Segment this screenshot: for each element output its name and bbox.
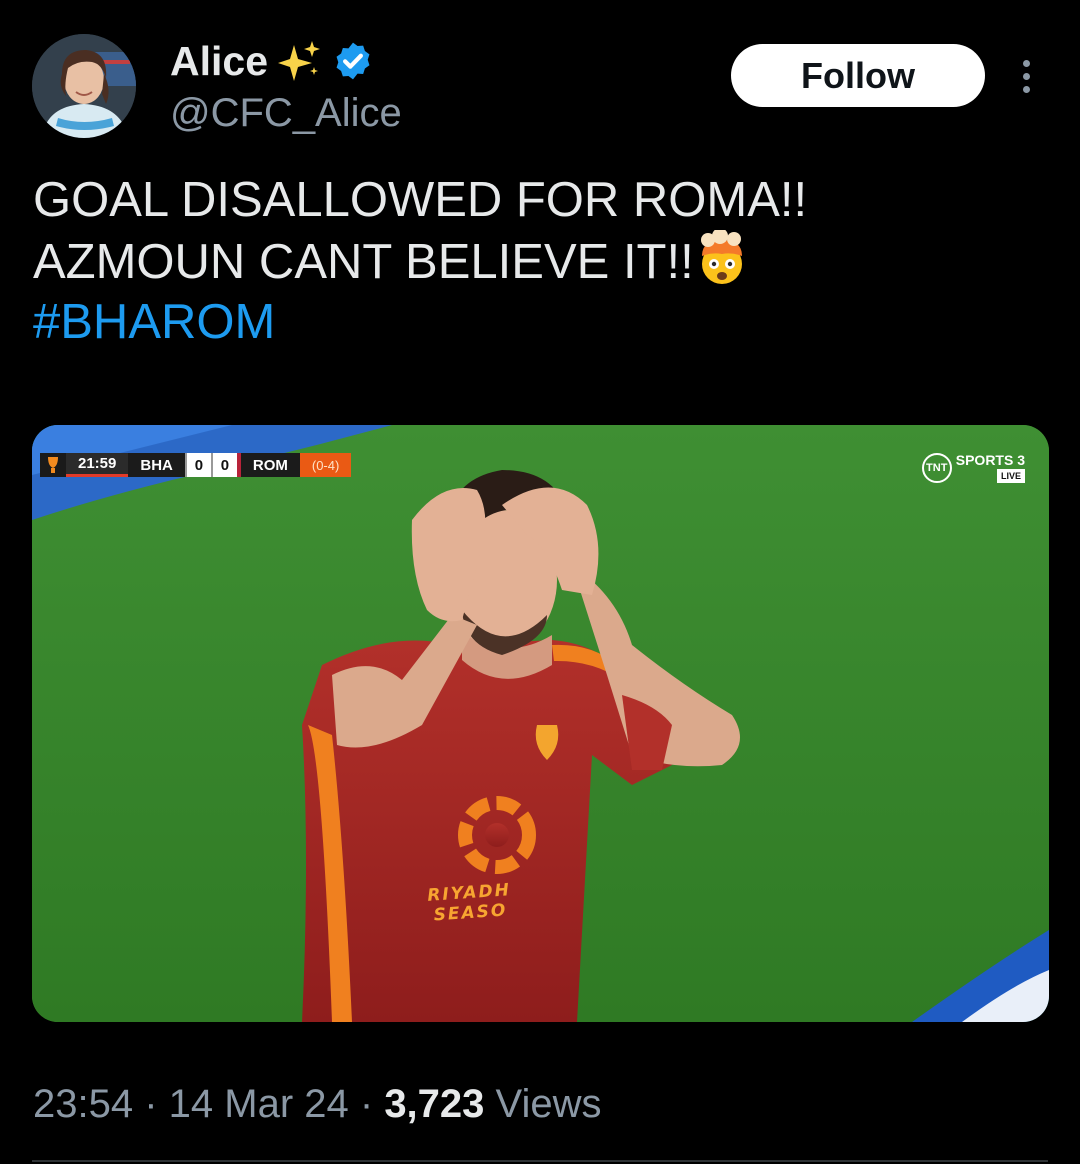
match-clock: 21:59 <box>66 453 129 477</box>
tweet: Alice @CFC_Alice Follow GOAL DISALLOWED … <box>0 0 1080 1164</box>
dot <box>1022 72 1030 80</box>
live-badge: LIVE <box>996 469 1025 483</box>
author-handle[interactable]: @CFC_Alice <box>170 90 402 136</box>
separator: · <box>348 1082 385 1126</box>
broadcaster-name: SPORTS 3 <box>955 452 1025 468</box>
broadcaster-text: SPORTS 3 LIVE <box>956 453 1025 483</box>
dot <box>1022 85 1030 93</box>
competition-logo-icon <box>40 453 66 477</box>
exploding-head-icon <box>700 230 742 284</box>
match-scene-image <box>32 425 1049 1022</box>
hashtag-link[interactable]: #BHAROM <box>33 292 1043 352</box>
broadcaster-logo: TNT SPORTS 3 LIVE <box>921 453 1025 483</box>
sparkles-icon <box>278 41 320 81</box>
tnt-logo-icon: TNT <box>921 453 952 483</box>
home-team: BHA <box>128 453 185 477</box>
tweet-time[interactable]: 23:54 <box>33 1082 133 1126</box>
more-options-icon[interactable] <box>1006 54 1046 98</box>
tweet-text-line-2-text: AZMOUN CANT BELIEVE IT!! <box>33 235 694 289</box>
follow-button[interactable]: Follow <box>731 44 985 107</box>
views-label: Views <box>484 1082 602 1126</box>
tweet-text-line-2: AZMOUN CANT BELIEVE IT!! <box>33 230 1043 292</box>
avatar[interactable] <box>32 34 136 138</box>
away-score: 0 <box>210 453 237 477</box>
away-team: ROM <box>236 453 300 477</box>
author-name-row[interactable]: Alice <box>170 38 374 84</box>
avatar-image <box>32 34 136 138</box>
aggregate-score: (0-4) <box>299 453 352 477</box>
dot <box>1022 59 1030 67</box>
tweet-media-video[interactable]: 21:59 BHA 0 0 ROM (0-4) TNT SPORTS 3 LIV… <box>32 425 1049 1022</box>
tweet-date[interactable]: 14 Mar 24 <box>169 1082 349 1126</box>
home-score: 0 <box>184 453 211 477</box>
scoreboard-overlay: 21:59 BHA 0 0 ROM (0-4) <box>40 453 352 477</box>
tweet-meta: 23:54 · 14 Mar 24 · 3,723 Views <box>33 1078 602 1130</box>
display-name[interactable]: Alice <box>170 38 268 84</box>
tweet-text-line-1: GOAL DISALLOWED FOR ROMA!! <box>33 173 808 227</box>
shirt-sponsor-text: RIYADH SEASO <box>427 880 513 926</box>
tweet-text: GOAL DISALLOWED FOR ROMA!! AZMOUN CANT B… <box>33 170 1043 352</box>
separator: · <box>133 1082 169 1126</box>
views-count[interactable]: 3,723 <box>384 1082 484 1126</box>
divider <box>32 1160 1048 1162</box>
verified-badge-icon[interactable] <box>332 40 374 82</box>
